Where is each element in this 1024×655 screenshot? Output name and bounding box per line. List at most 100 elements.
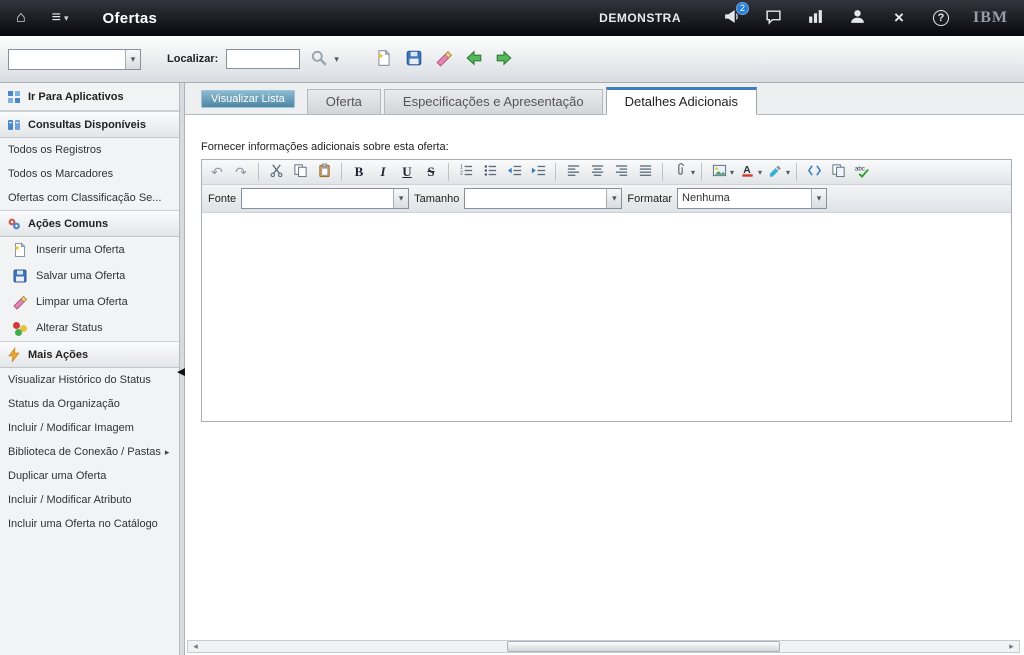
spellcheck-button[interactable]: abc xyxy=(851,162,873,182)
outdent-button[interactable] xyxy=(503,162,525,182)
localizar-input[interactable] xyxy=(226,49,300,69)
underline-button[interactable]: U xyxy=(396,162,418,182)
view-source-button[interactable] xyxy=(803,162,825,182)
editor-content[interactable] xyxy=(202,213,1011,421)
tab-panel-detalhes-adicionais: Fornecer informações adicionais sobre es… xyxy=(185,115,1024,655)
copy-content-button[interactable] xyxy=(827,162,849,182)
bullet-list-button[interactable] xyxy=(479,162,501,182)
tab-oferta[interactable]: Oferta xyxy=(307,89,381,114)
outdent-icon xyxy=(507,163,522,181)
text-color-button[interactable]: A xyxy=(736,162,758,182)
format-dropdown[interactable]: Nenhuma ▾ xyxy=(677,188,827,209)
sidebar-item-biblioteca-conexao-pastas[interactable]: Biblioteca de Conexão / Pastas ▸ xyxy=(0,440,179,464)
sidebar-item-alterar-status[interactable]: Alterar Status xyxy=(0,315,179,341)
format-dropdown-value: Nenhuma xyxy=(678,189,811,208)
context-dropdown-value xyxy=(9,50,125,69)
source-code-icon xyxy=(807,163,822,181)
align-left-button[interactable] xyxy=(562,162,584,182)
sidebar-item-todos-os-marcadores[interactable]: Todos os Marcadores xyxy=(0,162,179,186)
font-dropdown[interactable]: ▾ xyxy=(241,188,409,209)
next-record-button[interactable] xyxy=(493,48,515,70)
numbered-list-button[interactable]: 12 xyxy=(455,162,477,182)
visualizar-lista-button[interactable]: Visualizar Lista xyxy=(201,90,295,108)
sidebar-item-todos-os-registros[interactable]: Todos os Registros xyxy=(0,138,179,162)
sidebar-item-label: Ir Para Aplicativos xyxy=(28,91,124,103)
new-record-button[interactable] xyxy=(373,48,395,70)
search-button[interactable] xyxy=(308,48,330,70)
italic-icon: I xyxy=(380,164,385,180)
undo-button[interactable]: ↶ xyxy=(206,162,228,182)
ibm-logo: IBM xyxy=(973,9,1008,27)
bullet-list-icon xyxy=(483,163,498,181)
sidebar-item-salvar-oferta[interactable]: Salvar uma Oferta xyxy=(0,263,179,289)
redo-button[interactable]: ↷ xyxy=(230,162,252,182)
bold-icon: B xyxy=(355,164,364,180)
eraser-icon xyxy=(12,294,28,310)
size-dropdown[interactable]: ▾ xyxy=(464,188,622,209)
bold-button[interactable]: B xyxy=(348,162,370,182)
attach-link-button[interactable] xyxy=(669,162,691,182)
sidebar-item-ir-para-aplicativos[interactable]: Ir Para Aplicativos xyxy=(0,83,179,111)
help-button[interactable]: ? xyxy=(931,8,951,28)
save-record-button[interactable] xyxy=(403,48,425,70)
close-button[interactable]: × xyxy=(889,8,909,28)
align-justify-icon xyxy=(638,163,653,181)
clear-record-button[interactable] xyxy=(433,48,455,70)
sidebar-item-inserir-oferta[interactable]: Inserir uma Oferta xyxy=(0,237,179,263)
align-center-icon xyxy=(590,163,605,181)
chevron-down-icon[interactable]: ▾ xyxy=(393,189,408,208)
italic-button[interactable]: I xyxy=(372,162,394,182)
insert-image-button[interactable] xyxy=(708,162,730,182)
align-center-button[interactable] xyxy=(586,162,608,182)
profile-button[interactable] xyxy=(847,8,867,28)
text-color-caret[interactable]: ▾ xyxy=(758,168,762,177)
save-icon xyxy=(12,268,28,284)
sidebar-item-label: Status da Organização xyxy=(8,398,120,410)
sidebar-item-incluir-oferta-catalogo[interactable]: Incluir uma Oferta no Catálogo xyxy=(0,512,179,536)
chevron-down-icon[interactable]: ▾ xyxy=(811,189,826,208)
copy-button[interactable] xyxy=(289,162,311,182)
copy-pages-icon xyxy=(831,163,846,181)
strikethrough-button[interactable]: S xyxy=(420,162,442,182)
tab-detalhes-adicionais[interactable]: Detalhes Adicionais xyxy=(606,87,757,115)
reports-button[interactable] xyxy=(805,8,825,28)
cut-button[interactable] xyxy=(265,162,287,182)
sidebar-item-limpar-oferta[interactable]: Limpar uma Oferta xyxy=(0,289,179,315)
queries-icon xyxy=(6,117,22,133)
messages-button[interactable] xyxy=(763,8,783,28)
svg-text:2: 2 xyxy=(459,170,462,176)
chevron-down-icon[interactable]: ▾ xyxy=(125,50,140,69)
green-arrow-right-icon xyxy=(495,49,513,70)
app-menu-button[interactable]: ≡ ▾ xyxy=(46,7,75,29)
sidebar-item-duplicar-oferta[interactable]: Duplicar uma Oferta xyxy=(0,464,179,488)
search-options-caret[interactable]: ▾ xyxy=(334,54,339,65)
context-dropdown[interactable]: ▾ xyxy=(8,49,141,70)
sidebar-section-consultas: Consultas Disponíveis xyxy=(0,111,179,138)
scroll-right-button[interactable]: ▸ xyxy=(1004,641,1019,652)
highlight-caret[interactable]: ▾ xyxy=(786,168,790,177)
status-dots-icon xyxy=(12,320,28,336)
previous-record-button[interactable] xyxy=(463,48,485,70)
tab-especificacoes-apresentacao[interactable]: Especificações e Apresentação xyxy=(384,89,603,114)
home-icon: ⌂ xyxy=(16,9,26,27)
sidebar-item-ofertas-classificacao[interactable]: Ofertas com Classificação Se... xyxy=(0,186,179,210)
attach-link-caret[interactable]: ▾ xyxy=(691,168,695,177)
sidebar-item-incluir-modificar-imagem[interactable]: Incluir / Modificar Imagem xyxy=(0,416,179,440)
insert-image-caret[interactable]: ▾ xyxy=(730,168,734,177)
announcements-button[interactable]: 2 xyxy=(721,8,741,28)
align-right-button[interactable] xyxy=(610,162,632,182)
sidebar-item-visualizar-historico-status[interactable]: Visualizar Histórico do Status xyxy=(0,368,179,392)
indent-button[interactable] xyxy=(527,162,549,182)
align-right-icon xyxy=(614,163,629,181)
scroll-left-button[interactable]: ◂ xyxy=(188,641,203,652)
home-button[interactable]: ⌂ xyxy=(10,7,32,29)
scrollbar-thumb[interactable] xyxy=(507,641,779,652)
align-justify-button[interactable] xyxy=(634,162,656,182)
image-icon xyxy=(712,163,727,181)
highlight-button[interactable] xyxy=(764,162,786,182)
sidebar-item-incluir-modificar-atributo[interactable]: Incluir / Modificar Atributo xyxy=(0,488,179,512)
chevron-down-icon[interactable]: ▾ xyxy=(606,189,621,208)
sidebar-item-status-da-organizacao[interactable]: Status da Organização xyxy=(0,392,179,416)
scrollbar-track[interactable] xyxy=(203,641,1004,652)
paste-button[interactable] xyxy=(313,162,335,182)
